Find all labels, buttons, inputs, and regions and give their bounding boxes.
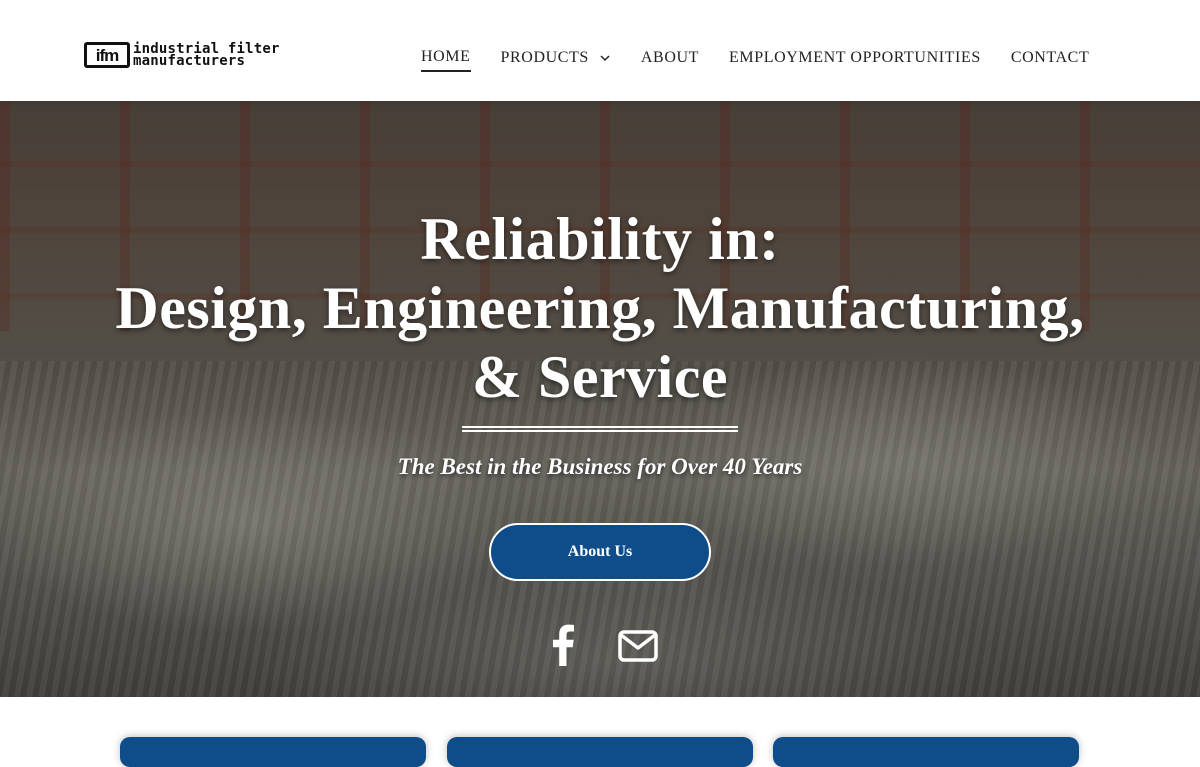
feature-cards [0,697,1200,767]
nav-home[interactable]: HOME [421,48,471,72]
mail-icon[interactable] [618,630,658,662]
headline-line-2: Design, Engineering, Manufacturing, [115,275,1085,341]
about-us-button[interactable]: About Us [489,523,711,581]
nav-about[interactable]: ABOUT [641,49,699,71]
hero-tagline: The Best in the Business for Over 40 Yea… [397,454,803,479]
logo[interactable]: ifm industrial filter manufacturers [84,40,306,70]
main-nav: HOME PRODUCTS ABOUT EMPLOYMENT OPPORTUNI… [421,48,1089,72]
hero-content: Reliability in: Design, Engineering, Man… [0,101,1200,697]
feature-card-3[interactable] [773,737,1079,767]
nav-about-label: ABOUT [640,49,700,66]
feature-card-1[interactable] [120,737,426,767]
social-links [0,624,1200,668]
nav-products-label: PRODUCTS [500,49,589,66]
nav-employment[interactable]: EMPLOYMENT OPPORTUNITIES [729,49,981,71]
headline-line-3: & Service [471,344,729,410]
nav-products[interactable]: PRODUCTS [501,49,611,71]
site-header: ifm industrial filter manufacturers HOME… [0,0,1200,101]
headline-divider [462,426,738,432]
chevron-down-icon [600,55,610,62]
nav-contact-label: CONTACT [1010,49,1090,66]
facebook-icon[interactable] [551,624,575,666]
logo-mark: ifm [84,42,130,68]
logo-line-2: manufacturers [133,53,246,69]
headline-line-1: Reliability in: [420,206,780,272]
nav-contact[interactable]: CONTACT [1011,49,1089,71]
hero-banner: Reliability in: Design, Engineering, Man… [0,101,1200,697]
logo-text: industrial filter manufacturers [133,42,280,69]
nav-employment-label: EMPLOYMENT OPPORTUNITIES [729,49,981,66]
feature-card-2[interactable] [447,737,753,767]
hero-headline: Reliability in: Design, Engineering, Man… [0,205,1200,412]
nav-home-label: HOME [421,48,471,65]
